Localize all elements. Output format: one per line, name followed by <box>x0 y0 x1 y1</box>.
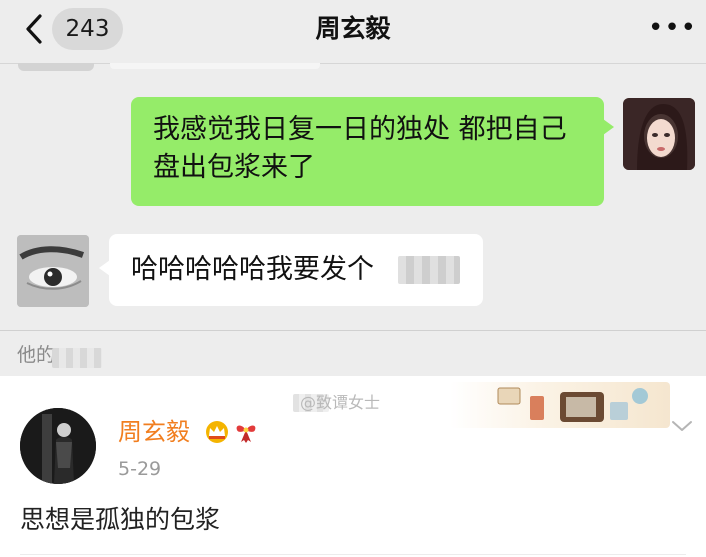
retro-decor-image <box>497 387 648 422</box>
censor-mosaic <box>52 348 102 368</box>
avatar[interactable] <box>20 408 96 484</box>
ribbon-icon <box>236 425 256 443</box>
header-divider <box>0 63 706 64</box>
watermark: @致谭女士 <box>300 393 381 412</box>
message-text: 哈哈哈哈哈我要发个 <box>131 254 374 285</box>
avatar-contact[interactable] <box>17 235 89 307</box>
crown-icon <box>206 421 228 443</box>
decoration-banner <box>450 382 670 428</box>
avatar-self-image <box>623 98 695 170</box>
previous-bubble-edge <box>110 63 320 69</box>
more-icon[interactable]: ••• <box>648 14 696 42</box>
avatar-self[interactable] <box>623 98 695 170</box>
truncated-caption: 他的 <box>17 344 56 366</box>
chat-header: 243 周玄毅 ••• <box>0 0 706 62</box>
censor-mosaic <box>398 256 460 284</box>
previous-avatar-edge <box>18 63 94 71</box>
section-divider <box>0 330 706 331</box>
chat-title: 周玄毅 <box>315 14 391 43</box>
post-divider <box>20 554 686 555</box>
post-username[interactable]: 周玄毅 <box>118 417 190 447</box>
post-body-text: 思想是孤独的包浆 <box>20 505 221 534</box>
message-bubble-sent[interactable]: 我感觉我日复一日的独处 都把自己盘出包浆来了 <box>131 97 614 206</box>
chevron-down-icon[interactable] <box>670 418 694 434</box>
chat-screen: 243 周玄毅 ••• 我感觉我日复一日的独处 都把自己盘出包浆来了 哈哈哈哈哈… <box>0 0 706 376</box>
message-text: 我感觉我日复一日的独处 都把自己盘出包浆来了 <box>153 114 567 183</box>
avatar-image <box>20 408 96 484</box>
post-date: 5-29 <box>118 458 162 480</box>
avatar-contact-image <box>17 235 89 307</box>
